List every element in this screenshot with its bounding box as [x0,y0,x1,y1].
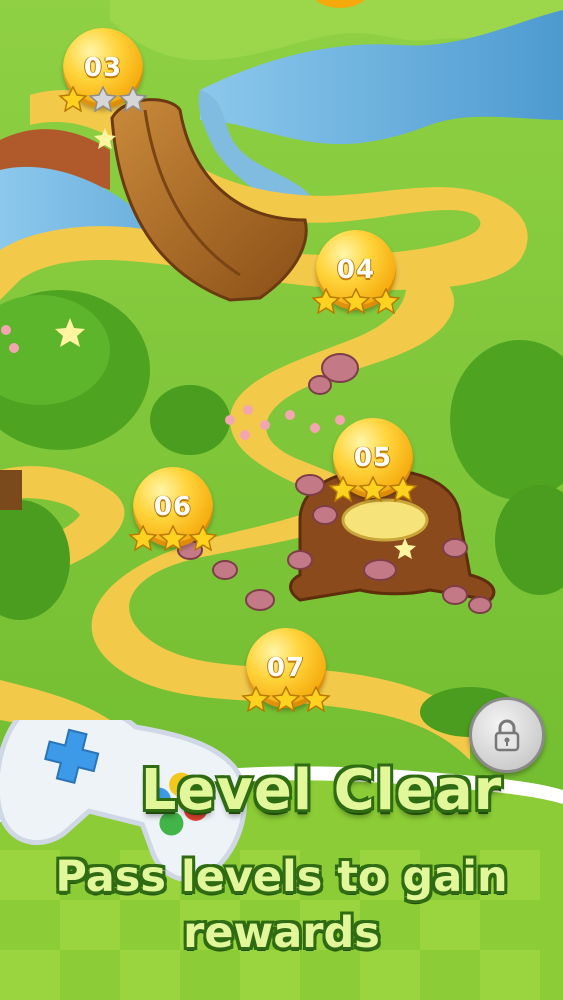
star-filled-icon [301,686,331,712]
level-node-03[interactable]: 03 [58,28,148,112]
star-filled-icon [371,288,401,314]
star-empty-icon [88,86,118,112]
star-filled-icon [358,476,388,502]
star-filled-icon [241,686,271,712]
star-filled-icon [158,525,188,551]
level-node-07[interactable]: 07 [241,628,331,712]
star-filled-icon [128,525,158,551]
star-rating [128,525,218,551]
star-filled-icon [311,288,341,314]
star-filled-icon [328,476,358,502]
star-filled-icon [188,525,218,551]
level-node-04[interactable]: 04 [311,230,401,314]
star-rating [58,86,148,112]
star-filled-icon [341,288,371,314]
star-rating [311,288,401,314]
star-empty-icon [118,86,148,112]
star-rating [241,686,331,712]
level-node-06[interactable]: 06 [128,467,218,551]
star-filled-icon [58,86,88,112]
promo-title: Level Clear [140,758,503,823]
promo-subtitle-line2: rewards [183,908,380,958]
star-rating [328,476,418,502]
promo-subtitle-line1: Pass levels to gain [55,852,508,902]
star-filled-icon [271,686,301,712]
star-filled-icon [388,476,418,502]
level-node-05[interactable]: 05 [328,418,418,502]
